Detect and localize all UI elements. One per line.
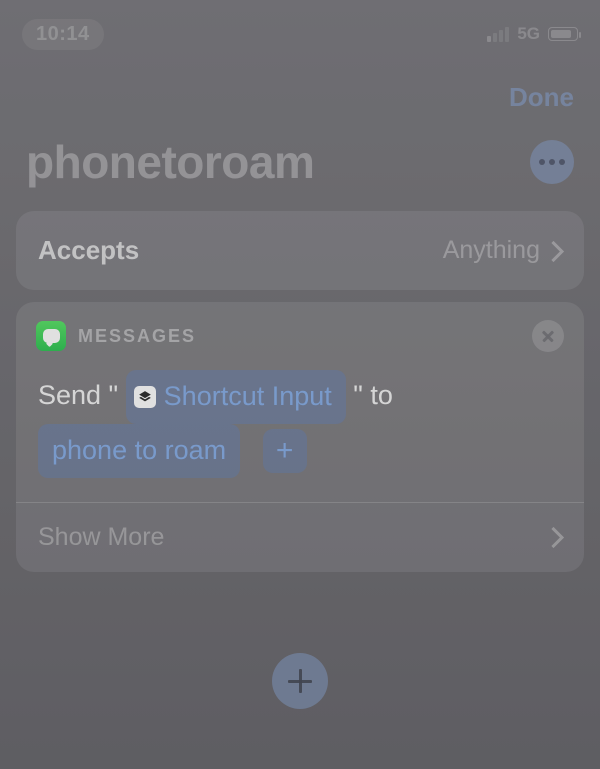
action-body: Send " Shortcut Input " to phone to roam… (16, 366, 584, 502)
action-text-mid: " to (353, 380, 393, 410)
status-bar: 10:14 5G (0, 0, 600, 54)
remove-action-button[interactable] (532, 320, 564, 352)
title-row: phonetoroam (0, 113, 600, 211)
signal-icon (487, 27, 509, 42)
accepts-label: Accepts (38, 235, 139, 266)
network-label: 5G (517, 24, 540, 44)
chevron-right-icon (550, 241, 562, 261)
status-indicators: 5G (487, 24, 578, 44)
action-header: MESSAGES (16, 302, 584, 366)
accepts-value: Anything (443, 236, 540, 265)
done-button[interactable]: Done (509, 82, 574, 113)
chevron-right-icon (550, 527, 562, 547)
status-time: 10:14 (22, 19, 104, 50)
shortcut-input-token[interactable]: Shortcut Input (126, 370, 346, 424)
show-more-label: Show More (38, 523, 164, 552)
recipient-token[interactable]: phone to roam (38, 424, 240, 478)
recipient-token-label: phone to roam (52, 426, 226, 476)
accepts-card: Accepts Anything (16, 211, 584, 290)
show-more-row[interactable]: Show More (16, 503, 584, 572)
add-recipient-button[interactable]: + (263, 429, 307, 473)
action-card: MESSAGES Send " Shortcut Input " to phon… (16, 302, 584, 572)
action-app-name: MESSAGES (78, 326, 196, 347)
speech-bubble-icon (43, 329, 60, 343)
more-options-button[interactable] (530, 140, 574, 184)
action-text-prefix: Send " (38, 380, 118, 410)
ellipsis-icon (539, 159, 545, 165)
nav-bar: Done (0, 54, 600, 113)
battery-icon (548, 27, 578, 41)
messages-app-icon (36, 321, 66, 351)
shortcut-input-token-label: Shortcut Input (164, 372, 332, 422)
add-action-button[interactable] (272, 653, 328, 709)
accepts-row[interactable]: Accepts Anything (16, 211, 584, 290)
layers-icon (134, 386, 156, 408)
shortcut-title[interactable]: phonetoroam (26, 135, 314, 189)
